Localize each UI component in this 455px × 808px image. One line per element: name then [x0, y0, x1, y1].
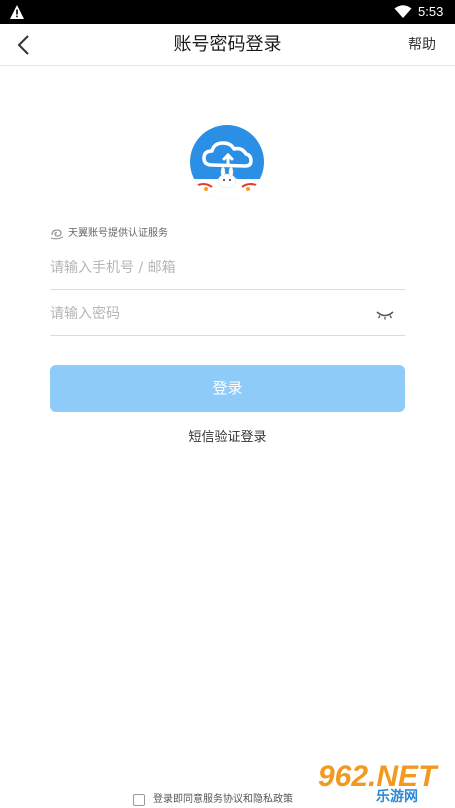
title-bar: 账号密码登录 帮助 — [0, 24, 455, 66]
app-logo — [190, 125, 264, 199]
warning-icon — [10, 5, 24, 19]
eye-closed-icon[interactable] — [375, 309, 395, 321]
watermark-sub: 乐游网 — [376, 789, 418, 805]
auth-provider-note: 天翼账号提供认证服务 — [50, 226, 168, 242]
password-input[interactable] — [50, 292, 370, 335]
wifi-icon — [394, 5, 412, 18]
auth-note-text: 天翼账号提供认证服务 — [68, 228, 168, 239]
password-field — [50, 292, 405, 336]
login-button[interactable]: 登录 — [50, 365, 405, 412]
tianyi-logo-icon — [50, 229, 64, 240]
help-button[interactable]: 帮助 — [408, 35, 436, 55]
page-title: 账号密码登录 — [173, 34, 282, 55]
watermark-logo: 962.NET 乐游网 — [316, 760, 455, 808]
sms-login-link[interactable]: 短信验证登录 — [0, 429, 455, 447]
phone-email-field — [50, 246, 405, 290]
agreement-checkbox[interactable] — [133, 794, 145, 806]
status-bar: 5:53 — [0, 0, 455, 24]
status-time: 5:53 — [418, 4, 444, 19]
agreement-row: 登录即同意服务协议和隐私政策 — [133, 793, 293, 807]
phone-email-input[interactable] — [50, 246, 370, 289]
agreement-label[interactable]: 登录即同意服务协议和隐私政策 — [153, 793, 293, 807]
